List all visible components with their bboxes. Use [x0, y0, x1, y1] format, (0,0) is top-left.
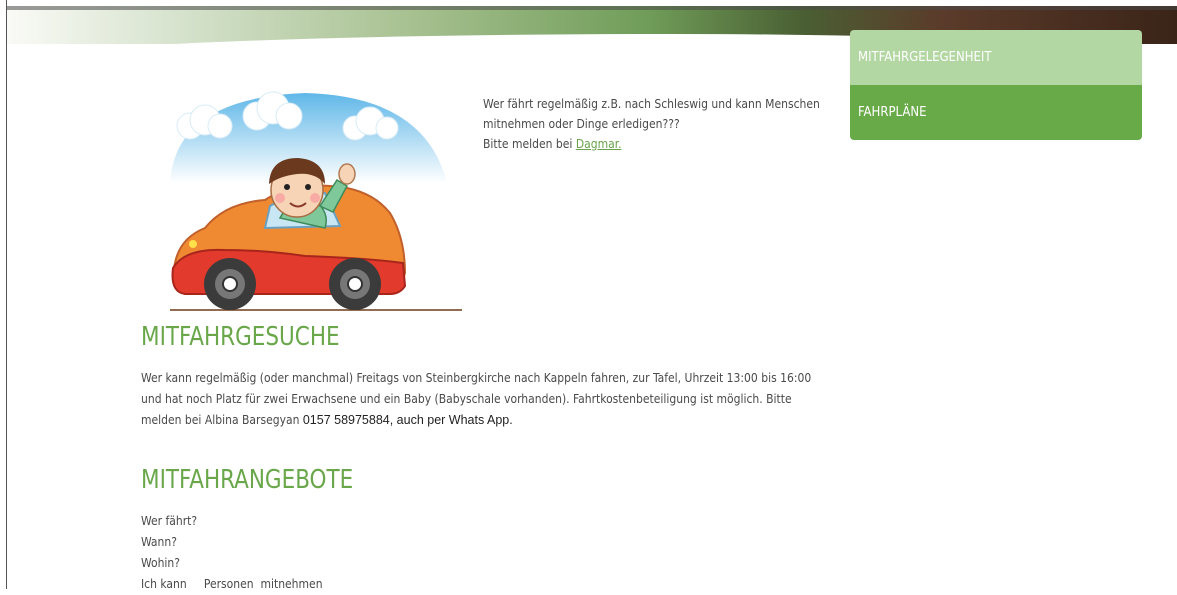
intro-text: Wer fährt regelmäßig z.B. nach Schleswig…: [483, 94, 833, 154]
angebote-list: Wer fährt? Wann? Wohin? Ich kann Persone…: [141, 511, 323, 595]
sidebar-item-fahrplaene[interactable]: FAHRPLÄNE: [850, 85, 1142, 140]
intro-line-2: mitnehmen oder Dinge erledigen???: [483, 117, 680, 131]
intro-line-1: Wer fährt regelmäßig z.B. nach Schleswig…: [483, 97, 820, 111]
list-item: Wohin?: [141, 556, 180, 570]
contact-link-dagmar[interactable]: Dagmar.: [576, 137, 622, 151]
list-item: Wann?: [141, 535, 177, 549]
list-item: Wer fährt?: [141, 514, 198, 528]
car-illustration: [170, 91, 462, 311]
intro-contact-prefix: Bitte melden bei: [483, 137, 576, 151]
heading-mitfahrgesuche: MITFAHRGESUCHE: [141, 322, 340, 352]
sidebar-item-mitfahrgelegenheit[interactable]: MITFAHRGELEGENHEIT: [850, 30, 1142, 85]
sidebar-menu: MITFAHRGELEGENHEIT FAHRPLÄNE: [850, 30, 1142, 140]
page-frame-border: [6, 0, 7, 589]
banner-top-shade: [7, 6, 1177, 10]
heading-mitfahrangebote: MITFAHRANGEBOTE: [141, 465, 354, 495]
list-item: Ich kann Personen mitnehmen: [141, 577, 323, 591]
gesuche-phone: 0157 58975884, auch per Whats App.: [302, 413, 513, 427]
intro-line-3: Bitte melden bei Dagmar.: [483, 134, 833, 154]
gesuche-text: Wer kann regelmäßig (oder manchmal) Frei…: [141, 368, 821, 431]
